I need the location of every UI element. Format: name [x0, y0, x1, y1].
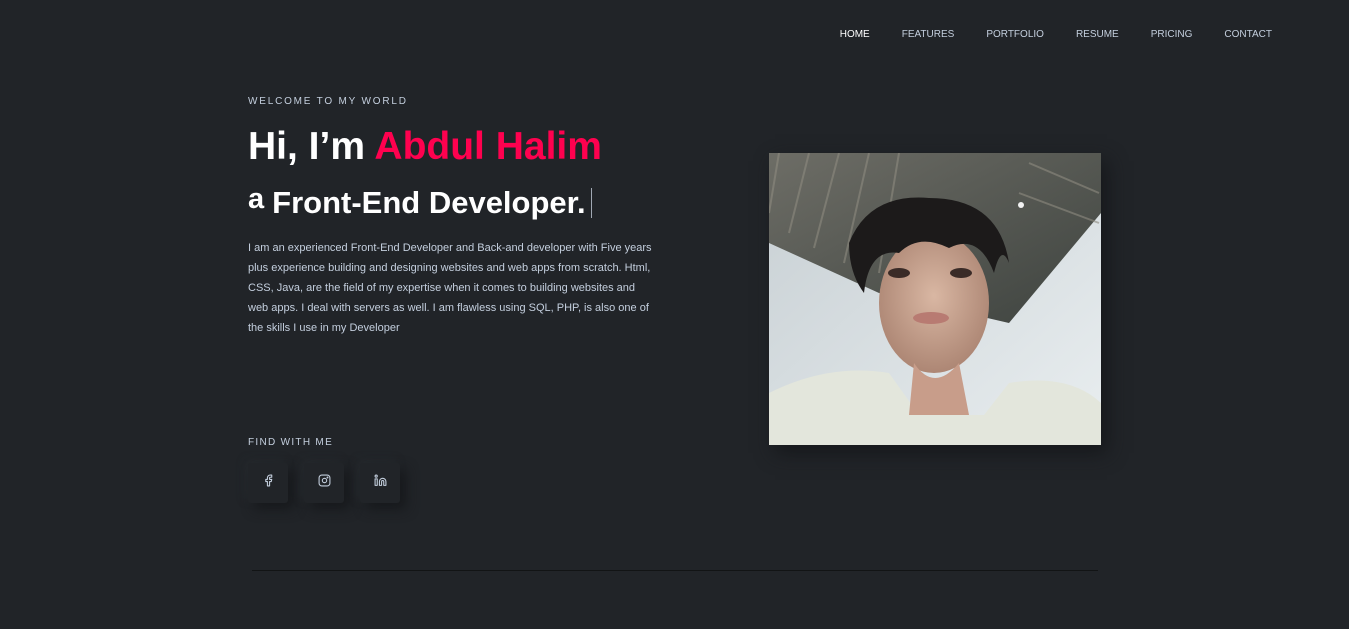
- profile-photo-illustration: [769, 153, 1101, 445]
- find-with-me-label: FIND WITH ME: [248, 437, 334, 448]
- typing-cursor: [590, 188, 592, 218]
- hero-greeting: Hi, I’m: [248, 125, 375, 168]
- social-links: [248, 463, 400, 503]
- linkedin-button[interactable]: [360, 463, 400, 503]
- nav-resume[interactable]: RESUME: [1076, 29, 1119, 41]
- facebook-button[interactable]: [248, 463, 288, 503]
- nav-features[interactable]: FEATURES: [902, 29, 955, 41]
- nav-portfolio[interactable]: PORTFOLIO: [986, 29, 1044, 41]
- section-divider: [252, 570, 1098, 571]
- nav-pricing[interactable]: PRICING: [1151, 29, 1193, 41]
- hero-subtitle: a Front-End Developer.: [248, 183, 592, 222]
- welcome-text: WELCOME TO MY WORLD: [248, 96, 408, 107]
- nav-contact[interactable]: CONTACT: [1224, 29, 1272, 41]
- instagram-button[interactable]: [304, 463, 344, 503]
- linkedin-icon: [374, 474, 387, 492]
- hero-role: Front-End Developer.: [272, 185, 586, 220]
- hero-title: Hi, I’m Abdul Halim: [248, 124, 602, 170]
- page: HOME FEATURES PORTFOLIO RESUME PRICING C…: [0, 0, 1349, 629]
- nav-home[interactable]: HOME: [840, 29, 870, 41]
- hero-description: I am an experienced Front-End Developer …: [248, 242, 652, 334]
- main-nav: HOME FEATURES PORTFOLIO RESUME PRICING C…: [808, 29, 1272, 41]
- instagram-icon: [318, 474, 331, 492]
- hero-sub-prefix: a: [248, 183, 265, 215]
- profile-photo: [769, 153, 1101, 445]
- facebook-icon: [262, 474, 275, 492]
- hero-name: Abdul Halim: [374, 125, 602, 168]
